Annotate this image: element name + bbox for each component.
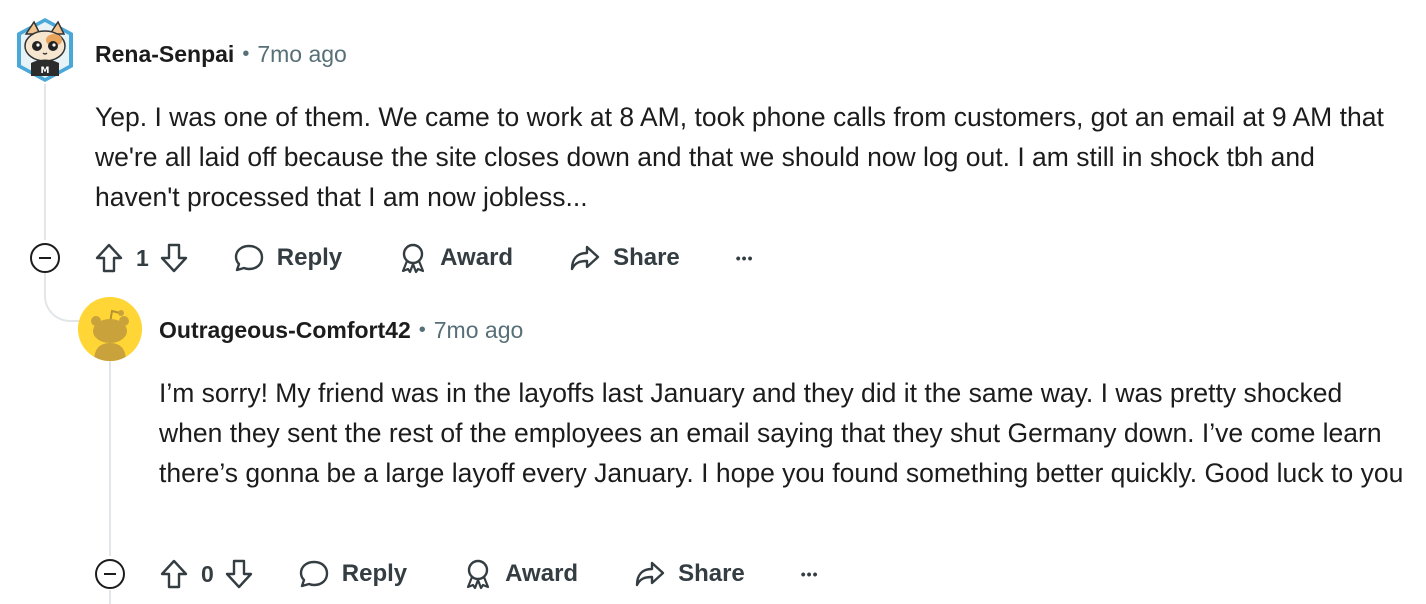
timestamp[interactable]: 7mo ago — [434, 317, 524, 344]
snoo-avatar-icon — [78, 297, 142, 361]
share-button[interactable]: Share — [569, 243, 680, 273]
vote-controls: 1 — [94, 242, 189, 274]
vote-controls: 0 — [159, 558, 254, 590]
share-icon — [635, 561, 665, 587]
thread-line-top — [44, 84, 46, 240]
thread-line-reply — [109, 360, 111, 556]
award-label: Award — [505, 560, 579, 587]
action-bar: 1 Reply Award Share ••• — [94, 238, 754, 278]
comment-meta: Outrageous-Comfort42 • 7mo ago — [159, 314, 523, 346]
more-options-button[interactable]: ••• — [736, 250, 754, 266]
timestamp[interactable]: 7mo ago — [257, 41, 347, 68]
upvote-icon[interactable] — [94, 242, 124, 274]
username[interactable]: Outrageous-Comfort42 — [159, 317, 411, 344]
downvote-icon[interactable] — [159, 242, 189, 274]
reply-button[interactable]: Reply — [298, 559, 407, 589]
vote-score: 0 — [201, 560, 214, 587]
comment-meta: Rena-Senpai • 7mo ago — [95, 38, 347, 70]
comment-body: I’m sorry! My friend was in the layoffs … — [159, 378, 1404, 488]
thread-line-reply-bottom — [109, 590, 111, 604]
meta-separator: • — [242, 42, 250, 65]
action-bar: 0 Reply Award Share ••• — [159, 554, 819, 594]
collapse-thread-button[interactable] — [95, 559, 125, 589]
avatar[interactable]: M — [14, 16, 76, 84]
award-icon — [402, 243, 425, 274]
avatar[interactable] — [78, 297, 142, 361]
award-label: Award — [440, 244, 514, 271]
share-label: Share — [678, 560, 745, 587]
vote-score: 1 — [136, 244, 149, 271]
cat-avatar-icon: M — [17, 18, 73, 82]
reply-label: Reply — [276, 244, 343, 271]
downvote-icon[interactable] — [224, 558, 254, 590]
reply-button[interactable]: Reply — [233, 243, 342, 273]
upvote-icon[interactable] — [159, 558, 189, 590]
comment-bubble-icon — [299, 560, 328, 588]
award-icon — [467, 559, 490, 590]
meta-separator: • — [418, 318, 426, 341]
collapse-thread-button[interactable] — [30, 243, 60, 273]
share-label: Share — [613, 244, 680, 271]
award-button[interactable]: Award — [398, 242, 513, 274]
thread-line-branch — [44, 272, 82, 322]
comment-body: Yep. I was one of them. We came to work … — [95, 102, 1384, 212]
username[interactable]: Rena-Senpai — [95, 41, 234, 68]
award-button[interactable]: Award — [463, 558, 578, 590]
svg-text:M: M — [41, 66, 50, 76]
share-icon — [570, 245, 600, 271]
comment-bubble-icon — [234, 244, 263, 272]
reply-label: Reply — [341, 560, 408, 587]
more-options-button[interactable]: ••• — [801, 566, 819, 582]
share-button[interactable]: Share — [634, 559, 745, 589]
